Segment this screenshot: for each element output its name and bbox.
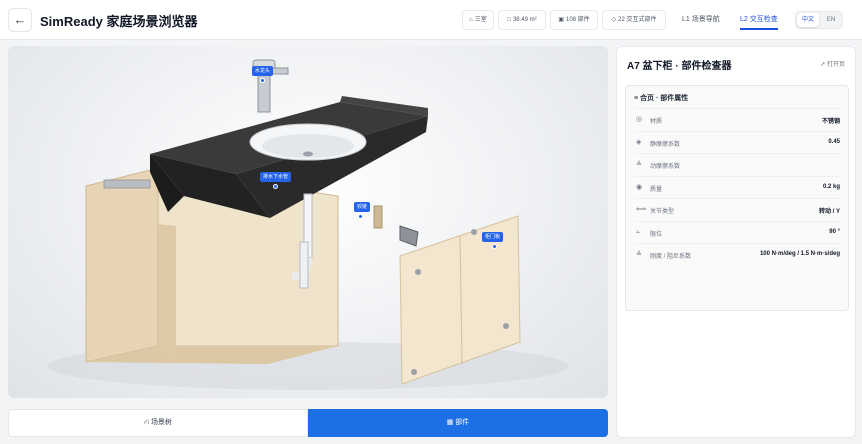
- property-value: 100 N·m/deg / 1.5 N·m·s/deg: [759, 251, 840, 257]
- drain-hotspot[interactable]: [273, 184, 278, 189]
- faucet-hotspot[interactable]: [260, 78, 265, 83]
- property-icon: ◈: [636, 138, 642, 146]
- property-row: ≗ 刚度 / 阻尼系数 100 N·m/deg / 1.5 N·m·s/deg: [634, 243, 842, 265]
- property-key: 动摩擦系数: [650, 164, 681, 170]
- interactive-icon: ◇: [611, 17, 617, 23]
- property-row: ◎ 材质 不锈钢: [634, 108, 842, 130]
- back-button[interactable]: ←: [8, 8, 32, 32]
- cabinet-scene: [48, 59, 568, 390]
- part-inspector-panel: A7 盆下柜 · 部件检查器 ↗ 打开页 ≡ 合页 · 部件属性 ◎ 材质 不锈钢 ◈…: [616, 46, 856, 438]
- property-icon: ⦣: [636, 227, 641, 235]
- lang-en-option[interactable]: EN: [820, 13, 842, 27]
- hinge-hotspot[interactable]: [358, 214, 363, 219]
- area-icon: □: [507, 17, 511, 23]
- property-row: ⦣ 限位 90 °: [634, 220, 842, 243]
- property-value: 0.45: [828, 138, 840, 145]
- scene-tree-tab[interactable]: ⛙ 场景树: [8, 409, 308, 437]
- property-icon: ≗: [636, 251, 642, 258]
- section-title: ≡ 合页 · 部件属性: [634, 95, 689, 102]
- property-icon: ⟺: [636, 206, 647, 213]
- door-label[interactable]: 柜门板: [482, 232, 504, 242]
- property-value: 0.2 kg: [822, 183, 840, 190]
- property-key: 材质: [650, 119, 663, 125]
- property-value: 不锈钢: [821, 119, 840, 125]
- property-key: 刚度 / 阻尼系数: [650, 254, 692, 260]
- property-row: ⟺ 关节类型 转动 / Y: [634, 198, 842, 220]
- parts-icon: ▣: [558, 17, 564, 23]
- tab-level-2[interactable]: L2 交互检查: [740, 10, 778, 30]
- hinge-label[interactable]: 铰链: [354, 202, 371, 212]
- home-icon: ⌂: [469, 17, 473, 23]
- property-key: 限位: [650, 231, 663, 238]
- app-title: SimReady 家庭场景浏览器: [40, 14, 198, 29]
- tab-level-1[interactable]: L1 场景导航: [682, 10, 720, 30]
- part-properties-card: ≡ 合页 · 部件属性 ◎ 材质 不锈钢 ◈ 静摩擦系数 0.45 ≗ 动摩擦系数 ◉ 质量 0.2…: [625, 85, 849, 311]
- grid-icon: ▦: [446, 419, 454, 426]
- open-page-link[interactable]: ↗ 打开页: [820, 59, 845, 68]
- parts-chip[interactable]: ▣ 108 部件: [550, 10, 598, 30]
- property-key: 质量: [650, 186, 663, 193]
- faucet-label[interactable]: 水龙头: [252, 66, 274, 76]
- parts-tab[interactable]: ▦ 部件: [308, 409, 608, 437]
- property-key: 关节类型: [650, 209, 675, 215]
- property-row: ◉ 质量 0.2 kg: [634, 175, 842, 198]
- door-hotspot[interactable]: [492, 244, 497, 249]
- property-value: 转动 / Y: [818, 209, 840, 215]
- property-row: ◈ 静摩擦系数 0.45: [634, 130, 842, 153]
- lang-zh-option[interactable]: 中文: [797, 13, 819, 27]
- area-chip[interactable]: □ 38.49 m²: [498, 10, 546, 30]
- interactive-parts-chip[interactable]: ◇ 22 交互式部件: [602, 10, 666, 30]
- property-key: 静摩擦系数: [650, 141, 681, 148]
- drain-label[interactable]: 排水下水管: [260, 172, 292, 182]
- property-icon: ≗: [636, 161, 642, 168]
- top-bar: ← SimReady 家庭场景浏览器 ⌂ 三室 □ 38.49 m² ▣ 108 部件…: [0, 0, 862, 40]
- tree-icon: ⛙: [144, 419, 149, 426]
- rooms-chip[interactable]: ⌂ 三室: [462, 10, 494, 30]
- property-icon: ◎: [636, 116, 643, 123]
- property-icon: ◉: [636, 183, 643, 191]
- property-value: 90 °: [829, 228, 840, 235]
- back-arrow-icon: ←: [13, 12, 27, 27]
- property-row: ≗ 动摩擦系数: [634, 153, 842, 175]
- panel-title: A7 盆下柜 · 部件检查器: [627, 61, 732, 72]
- 3d-viewport[interactable]: 水龙头 排水下水管 铰链 柜门板: [8, 46, 608, 398]
- language-toggle[interactable]: 中文 EN: [795, 11, 843, 29]
